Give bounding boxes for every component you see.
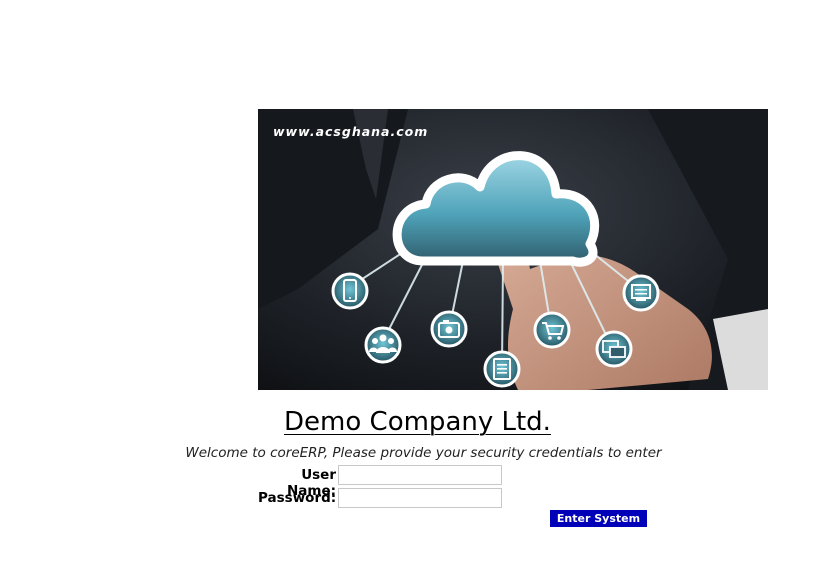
company-title-text: Demo Company Ltd. xyxy=(284,407,551,437)
password-label: Password: xyxy=(258,490,337,506)
company-title: Demo Company Ltd. xyxy=(0,404,839,440)
welcome-message: Welcome to coreERP, Please provide your … xyxy=(185,445,662,461)
username-input[interactable] xyxy=(338,465,502,485)
site-url-watermark: www.acsghana.com xyxy=(273,124,429,139)
password-input[interactable] xyxy=(338,488,502,508)
cloud-banner-image: www.acsghana.com xyxy=(258,109,768,390)
enter-system-button[interactable]: Enter System xyxy=(550,510,647,527)
